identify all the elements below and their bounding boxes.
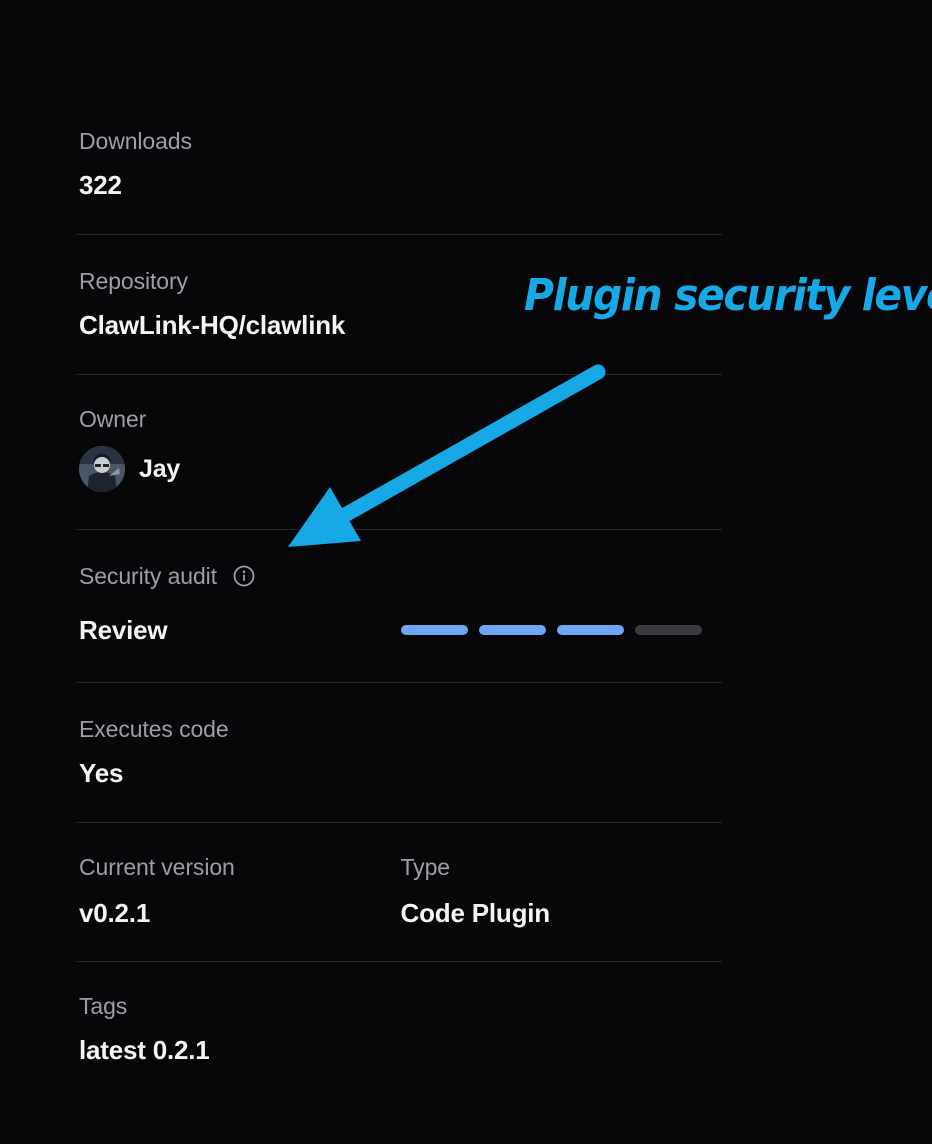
current-version-cell: Current version v0.2.1: [79, 853, 401, 961]
current-version-value: v0.2.1: [79, 898, 151, 928]
annotation-text: Plugin security level: [524, 270, 932, 321]
owner-link[interactable]: Jay: [79, 446, 722, 492]
tags-label: Tags: [79, 993, 128, 1019]
meter-segment-empty: [635, 625, 702, 635]
version-type-row: Current version v0.2.1 Type Code Plugin: [76, 823, 722, 962]
plugin-details-panel: Downloads 322 Repository ClawLink-HQ/cla…: [76, 95, 722, 1082]
avatar: [79, 446, 125, 492]
owner-row: Owner Jay: [76, 375, 722, 530]
owner-name: Jay: [139, 455, 181, 483]
page: Downloads 322 Repository ClawLink-HQ/cla…: [0, 0, 932, 1144]
downloads-value: 322: [79, 170, 122, 200]
info-circle-icon[interactable]: [233, 565, 255, 587]
executes-code-label: Executes code: [79, 716, 229, 742]
tags-row: Tags latest 0.2.1: [76, 962, 722, 1082]
type-label: Type: [400, 854, 451, 880]
downloads-row: Downloads 322: [76, 95, 722, 235]
security-audit-value: Review: [79, 615, 168, 645]
executes-code-row: Executes code Yes: [76, 683, 722, 823]
executes-code-value: Yes: [79, 758, 124, 788]
security-audit-label: Security audit: [79, 563, 217, 589]
type-value: Code Plugin: [400, 898, 551, 928]
tags-value: latest 0.2.1: [79, 1035, 210, 1065]
meter-segment-filled: [479, 625, 546, 635]
current-version-label: Current version: [79, 854, 235, 880]
security-level-meter: [390, 625, 702, 635]
security-audit-row: Security audit Review: [76, 530, 722, 683]
meter-segment-filled: [401, 625, 468, 635]
type-cell: Type Code Plugin: [401, 853, 723, 961]
downloads-label: Downloads: [79, 128, 192, 154]
owner-label: Owner: [79, 406, 147, 432]
meter-segment-filled: [557, 625, 624, 635]
